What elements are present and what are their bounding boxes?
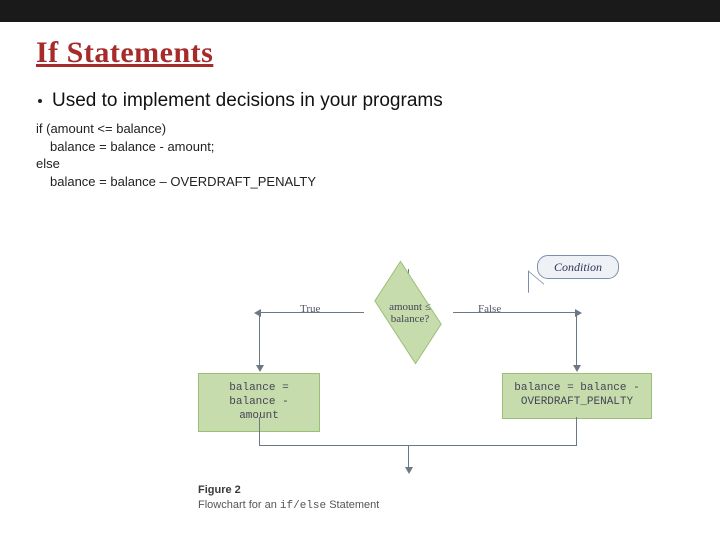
figure-number: Figure 2 [198, 484, 241, 496]
slide-title: If Statements [36, 36, 684, 70]
false-action-l1: balance = balance - [514, 382, 639, 394]
flow-line [259, 312, 364, 313]
condition-callout: Condition [537, 255, 619, 279]
code-line-1: if (amount <= balance) [36, 121, 166, 136]
figure-caption-code: if/else [280, 500, 326, 512]
bullet-item: Used to implement decisions in your prog… [36, 90, 684, 112]
true-action-l1: balance = [229, 382, 288, 394]
code-block: if (amount <= balance) balance = balance… [36, 120, 684, 190]
decision-label: amount ≤ balance? [372, 301, 448, 325]
decision-line1: amount ≤ [389, 301, 431, 313]
flow-line [576, 312, 577, 367]
figure-caption: Figure 2 Flowchart for an if/else Statem… [198, 483, 379, 514]
bullet-text: Used to implement decisions in your prog… [52, 90, 443, 112]
code-line-3: else [36, 156, 60, 171]
flow-line [259, 312, 260, 367]
arrow-down-icon [256, 365, 264, 372]
code-line-4: balance = balance – OVERDRAFT_PENALTY [36, 173, 684, 191]
decision-line2: balance? [391, 313, 429, 325]
bullet-dot-icon [38, 99, 42, 103]
flow-line [259, 417, 260, 445]
false-action-box: balance = balance - OVERDRAFT_PENALTY [502, 373, 652, 419]
figure-caption-post: Statement [326, 499, 379, 511]
figure-caption-pre: Flowchart for an [198, 499, 280, 511]
slide-top-bar [0, 0, 720, 22]
code-line-2: balance = balance - amount; [36, 138, 684, 156]
flow-line [576, 417, 577, 445]
flowchart: Condition amount ≤ balance? True False b… [180, 255, 680, 515]
slide-body: If Statements Used to implement decision… [0, 22, 720, 190]
arrow-down-icon [405, 467, 413, 474]
flow-line [453, 312, 577, 313]
flow-line [259, 445, 577, 446]
arrow-down-icon [573, 365, 581, 372]
false-action-l2: OVERDRAFT_PENALTY [521, 396, 633, 408]
flow-line [408, 445, 409, 469]
